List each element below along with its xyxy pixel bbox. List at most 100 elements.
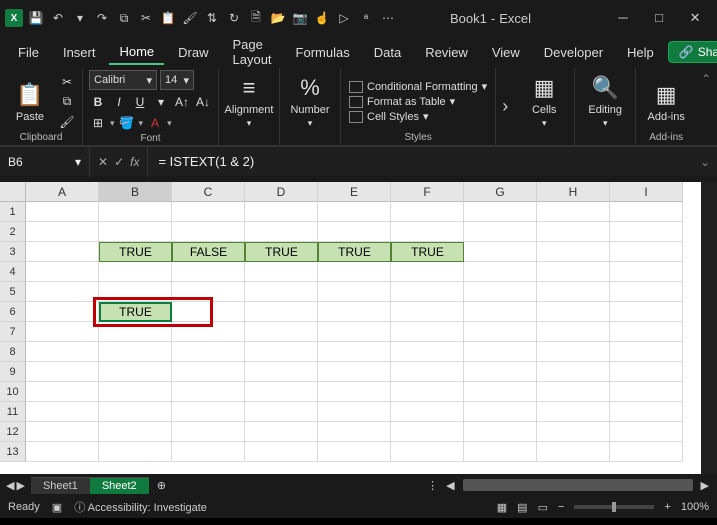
vertical-scrollbar[interactable] (701, 182, 717, 474)
cell-d3[interactable]: TRUE (245, 242, 318, 262)
ribbon-scroll-right[interactable]: › (496, 96, 514, 117)
camera-icon[interactable]: 📷 (290, 8, 310, 28)
conditional-formatting-button[interactable]: Conditional Formatting ▾ (347, 80, 489, 93)
fill-color-button[interactable]: 🪣 (118, 114, 136, 132)
sheet-tab-sheet1[interactable]: Sheet1 (31, 477, 90, 494)
row-header[interactable]: 5 (0, 282, 26, 302)
copy-icon[interactable]: ⧉ (114, 8, 134, 28)
format-painter-button[interactable]: 🖌 (58, 113, 76, 131)
enter-formula-button[interactable]: ✓ (114, 155, 124, 169)
expand-formula-bar-button[interactable]: ⌄ (693, 155, 717, 169)
tab-draw[interactable]: Draw (168, 41, 218, 64)
accessibility-status[interactable]: ⓘ Accessibility: Investigate (74, 499, 207, 515)
share-button[interactable]: 🔗 Share ▾ (668, 41, 717, 63)
maximize-button[interactable]: □ (649, 10, 669, 26)
horizontal-scrollbar[interactable] (463, 479, 693, 491)
sheet-nav-prev[interactable]: ◀ (6, 479, 14, 492)
collapse-ribbon-button[interactable]: ⌃ (696, 68, 716, 145)
zoom-in-button[interactable]: + (664, 501, 670, 513)
new-sheet-button[interactable]: ⊕ (149, 477, 174, 494)
italic-button[interactable]: I (110, 93, 128, 111)
format-painter-icon[interactable]: 🖌 (180, 8, 200, 28)
touch-icon[interactable]: ☝ (312, 8, 332, 28)
col-header[interactable]: E (318, 182, 391, 202)
undo-caret-icon[interactable]: ▾ (70, 8, 90, 28)
macro-record-icon[interactable]: ▣ (52, 501, 62, 514)
new-icon[interactable]: 🗎 (246, 8, 266, 28)
paste-qat-icon[interactable]: 📋 (158, 8, 178, 28)
col-header[interactable]: F (391, 182, 464, 202)
cell-b3[interactable]: TRUE (99, 242, 172, 262)
col-header[interactable]: B (99, 182, 172, 202)
row-header[interactable]: 12 (0, 422, 26, 442)
tab-insert[interactable]: Insert (53, 41, 106, 64)
addins-button[interactable]: ▦ Add-ins (642, 81, 690, 123)
cell-b6[interactable]: TRUE (99, 302, 172, 322)
editing-button[interactable]: 🔍 Editing ▾ (581, 74, 629, 129)
zoom-percent[interactable]: 100% (681, 501, 709, 513)
cell-styles-button[interactable]: Cell Styles ▾ (347, 110, 489, 123)
cut-icon[interactable]: ✂ (136, 8, 156, 28)
tab-page-layout[interactable]: Page Layout (223, 33, 282, 71)
copy-button[interactable]: ⧉ (58, 93, 76, 111)
grow-font-button[interactable]: A↑ (173, 93, 191, 111)
redo2-icon[interactable]: ↻ (224, 8, 244, 28)
cell-a3[interactable] (26, 242, 99, 262)
tab-home[interactable]: Home (109, 40, 164, 65)
row-header[interactable]: 9 (0, 362, 26, 382)
row-header[interactable]: 13 (0, 442, 26, 462)
hscroll-left[interactable]: ◀ (446, 479, 454, 492)
col-header[interactable]: H (537, 182, 610, 202)
sort-icon[interactable]: ⇅ (202, 8, 222, 28)
alignment-button[interactable]: ≡ Alignment ▾ (225, 74, 273, 129)
paste-button[interactable]: 📋 Paste (6, 81, 54, 123)
row-header[interactable]: 4 (0, 262, 26, 282)
minimize-button[interactable]: ─ (613, 10, 633, 26)
bold-button[interactable]: B (89, 93, 107, 111)
col-header[interactable]: G (464, 182, 537, 202)
cell-e3[interactable]: TRUE (318, 242, 391, 262)
cell-f3[interactable]: TRUE (391, 242, 464, 262)
name-box[interactable]: B6 ▾ (0, 147, 90, 177)
view-page-break-button[interactable]: ▭ (538, 501, 548, 514)
zoom-out-button[interactable]: − (558, 501, 564, 513)
col-header[interactable]: C (172, 182, 245, 202)
borders-button[interactable]: ⊞ (89, 114, 107, 132)
number-format-button[interactable]: % Number ▾ (286, 74, 334, 129)
row-header[interactable]: 6 (0, 302, 26, 322)
row-header[interactable]: 10 (0, 382, 26, 402)
row-header[interactable]: 11 (0, 402, 26, 422)
font-size-select[interactable]: 14▾ (160, 70, 194, 90)
print-preview-icon[interactable]: ▷ (334, 8, 354, 28)
spell-icon[interactable]: ᵃ (356, 8, 376, 28)
cells-area[interactable]: TRUE FALSE TRUE TRUE TRUE TRUE (26, 202, 701, 462)
tab-file[interactable]: File (8, 41, 49, 64)
font-color-button[interactable]: A (146, 114, 164, 132)
row-header[interactable]: 7 (0, 322, 26, 342)
sheet-tab-sheet2[interactable]: Sheet2 (90, 477, 149, 494)
row-header[interactable]: 1 (0, 202, 26, 222)
sheet-nav-next[interactable]: ▶ (16, 479, 24, 492)
formula-input[interactable]: = ISTEXT(1 & 2) (148, 147, 693, 177)
font-name-select[interactable]: Calibri▾ (89, 70, 157, 90)
zoom-slider[interactable] (574, 505, 654, 509)
more-qat-icon[interactable]: ⋯ (378, 8, 398, 28)
underline-button[interactable]: U (131, 93, 149, 111)
cells-button[interactable]: ▦ Cells ▾ (520, 74, 568, 129)
format-as-table-button[interactable]: Format as Table ▾ (347, 95, 489, 108)
cancel-formula-button[interactable]: ✕ (98, 155, 108, 169)
col-header[interactable]: D (245, 182, 318, 202)
undo-icon[interactable]: ↶ (48, 8, 68, 28)
tab-data[interactable]: Data (364, 41, 411, 64)
save-icon[interactable]: 💾 (26, 8, 46, 28)
tab-formulas[interactable]: Formulas (286, 41, 360, 64)
tab-review[interactable]: Review (415, 41, 478, 64)
shrink-font-button[interactable]: A↓ (194, 93, 212, 111)
close-button[interactable]: ✕ (685, 10, 705, 26)
redo-icon[interactable]: ↷ (92, 8, 112, 28)
view-normal-button[interactable]: ▦ (497, 501, 507, 514)
row-header[interactable]: 8 (0, 342, 26, 362)
open-icon[interactable]: 📂 (268, 8, 288, 28)
hscroll-right[interactable]: ▶ (701, 479, 709, 492)
select-all-corner[interactable] (0, 182, 26, 202)
